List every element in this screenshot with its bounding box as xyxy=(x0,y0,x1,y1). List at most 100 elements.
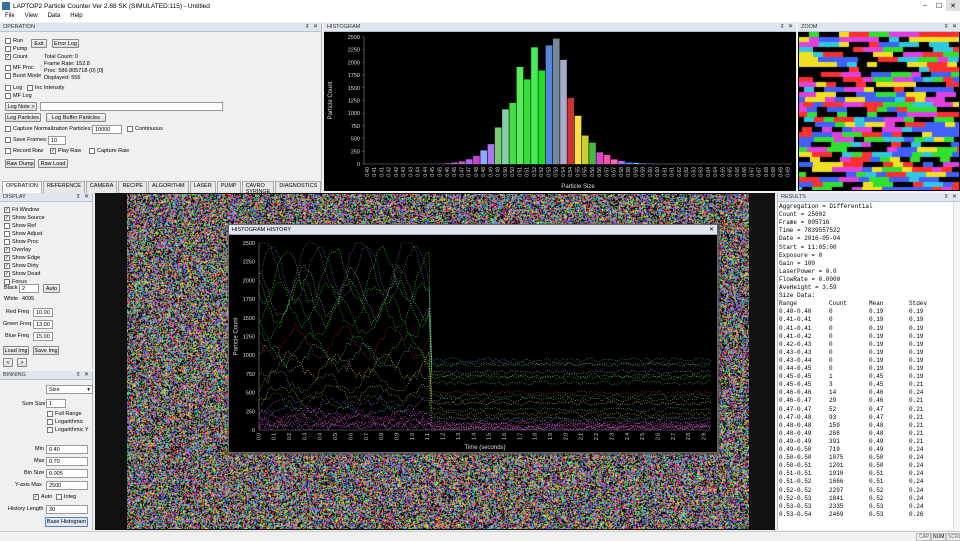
black-input[interactable]: 2 xyxy=(19,284,39,293)
history-length-input[interactable]: 30 xyxy=(46,505,88,514)
close-button[interactable]: ✕ xyxy=(946,0,960,11)
load-img-button[interactable]: Load Img xyxy=(3,346,29,355)
burst-mode-checkbox[interactable]: Burst Mode xyxy=(5,73,41,79)
close-icon[interactable]: ✕ xyxy=(84,193,89,200)
checkbox[interactable] xyxy=(4,223,10,229)
capture-norm-checkbox[interactable]: Capture Normalization Particles: xyxy=(5,126,92,132)
capture-raw-checkbox[interactable]: Capture Raw xyxy=(89,148,129,154)
y-tick-label: 1500 xyxy=(348,86,360,92)
capture-norm-input[interactable]: 10000 xyxy=(92,125,122,134)
display-check-show-edge[interactable]: ✓Show Edge xyxy=(4,255,40,261)
logarithmic-y-checkbox[interactable]: Logarithmic Y xyxy=(47,427,89,433)
record-raw-checkbox[interactable]: Record Raw xyxy=(5,148,43,154)
save-img-button[interactable]: Save Img xyxy=(33,346,59,355)
close-icon[interactable]: ✕ xyxy=(788,23,793,30)
exit-button[interactable]: Exit xyxy=(31,39,47,48)
histogram-bar xyxy=(502,109,509,164)
result-cell: 0.24 xyxy=(909,495,923,502)
menu-view[interactable]: View xyxy=(20,12,43,22)
result-cell: 2469 xyxy=(829,511,843,518)
binning-mode-select[interactable]: Size▾ xyxy=(46,385,93,394)
menu-data[interactable]: Data xyxy=(43,12,66,22)
close-icon[interactable]: ✕ xyxy=(313,23,318,30)
log-note-button[interactable]: Log Note > xyxy=(5,102,37,111)
full-range-checkbox[interactable]: Full Range xyxy=(47,411,82,417)
min-input[interactable]: 0.40 xyxy=(46,445,88,454)
pin-icon[interactable]: ⊼ xyxy=(780,24,784,30)
log-particles-button[interactable]: Log Particles xyxy=(5,113,41,122)
close-icon[interactable]: ✕ xyxy=(709,226,714,233)
raw-load-button[interactable]: Raw Load xyxy=(38,159,68,168)
green-freq-input[interactable]: 13.00 xyxy=(33,320,53,329)
checkbox[interactable]: ✓ xyxy=(4,271,10,277)
result-cell: 0.48-0.48 xyxy=(779,422,811,429)
yaxis-max-input[interactable]: 2500 xyxy=(46,481,88,490)
pin-icon[interactable]: ⊼ xyxy=(944,24,948,30)
sum-size-input[interactable]: 1 xyxy=(46,399,66,408)
blue-freq-input[interactable]: 15.00 xyxy=(33,332,53,341)
results-scrollbar[interactable] xyxy=(953,203,960,529)
frame-rate: Frame Rate: 152.8 xyxy=(44,61,90,67)
auto-button[interactable]: Auto xyxy=(43,284,60,293)
inc-intensity-checkbox[interactable]: Inc Intensity xyxy=(27,85,64,91)
checkbox[interactable]: ✓ xyxy=(4,207,10,213)
close-icon[interactable]: ✕ xyxy=(952,193,957,200)
red-freq-input[interactable]: 10.00 xyxy=(33,308,53,317)
close-icon[interactable]: ✕ xyxy=(952,23,957,30)
display-check-show-source[interactable]: ✓Show Source xyxy=(4,215,45,221)
mf-log-checkbox[interactable]: MF Log xyxy=(5,93,32,99)
display-check-show-proc[interactable]: Show Proc xyxy=(4,239,39,245)
display-check-show-adjust[interactable]: Show Adjust xyxy=(4,231,42,237)
continuous-checkbox[interactable]: Continuous xyxy=(127,126,163,132)
result-cell: 3 xyxy=(829,381,833,388)
maximize-button[interactable]: ☐ xyxy=(932,0,946,11)
x-tick-label: 0.66 xyxy=(735,167,741,177)
log-checkbox[interactable]: Log xyxy=(5,85,22,91)
pin-icon[interactable]: ⊼ xyxy=(944,194,948,200)
log-note-input[interactable] xyxy=(40,102,223,111)
histogram-header: HISTOGRAM⊼✕ xyxy=(324,23,796,32)
raw-dump-button[interactable]: Raw Dump xyxy=(5,159,35,168)
checkbox[interactable]: ✓ xyxy=(4,215,10,221)
integ-checkbox[interactable]: Integ xyxy=(56,494,76,500)
chevron-down-icon: ▾ xyxy=(87,387,90,393)
count-checkbox[interactable]: ✓Count xyxy=(5,54,28,60)
base-histogram-button[interactable]: Base Histogram xyxy=(45,517,88,527)
next-button[interactable]: > xyxy=(17,358,27,367)
result-cell: 0 xyxy=(829,308,833,315)
display-check-show-ref[interactable]: Show Ref xyxy=(4,223,36,229)
close-icon[interactable]: ✕ xyxy=(84,371,89,378)
pin-icon[interactable]: ⊼ xyxy=(76,194,80,200)
menu-help[interactable]: Help xyxy=(65,12,87,22)
mf-proc-checkbox[interactable]: MF Proc xyxy=(5,65,34,71)
history-trace xyxy=(259,246,711,367)
log-buffer-particles-button[interactable]: Log Buffer Particles xyxy=(46,113,106,122)
pump-checkbox[interactable]: Pump xyxy=(5,46,27,52)
display-check-fit-window[interactable]: ✓Fit Window xyxy=(4,207,39,213)
pin-icon[interactable]: ⊼ xyxy=(76,372,80,378)
run-checkbox[interactable]: Run xyxy=(5,38,23,44)
save-frames-input[interactable]: 10 xyxy=(48,136,66,145)
bin-size-input[interactable]: 0.005 xyxy=(46,469,88,478)
minimize-button[interactable]: – xyxy=(918,0,932,11)
pin-icon[interactable]: ⊼ xyxy=(305,24,309,30)
max-input[interactable]: 0.70 xyxy=(46,457,88,466)
play-raw-checkbox[interactable]: ✓Play Raw xyxy=(50,148,81,154)
checkbox[interactable]: ✓ xyxy=(4,247,10,253)
result-cell: 0.51 xyxy=(869,470,883,477)
checkbox[interactable]: ✓ xyxy=(4,263,10,269)
binning-header: BINNING⊼✕ xyxy=(0,371,92,380)
display-check-show-dead[interactable]: ✓Show Dead xyxy=(4,271,40,277)
save-frames-checkbox[interactable]: Save Frames: xyxy=(5,137,47,143)
error-log-button[interactable]: Error Log xyxy=(52,39,79,48)
auto-checkbox[interactable]: ✓Auto xyxy=(33,494,52,500)
display-check-show-dirty[interactable]: ✓Show Dirty xyxy=(4,263,39,269)
logarithmic-checkbox[interactable]: Logarithmic xyxy=(47,419,83,425)
checkbox[interactable]: ✓ xyxy=(4,255,10,261)
display-check-overlay[interactable]: ✓Overlay xyxy=(4,247,31,253)
prev-button[interactable]: < xyxy=(3,358,13,367)
menu-file[interactable]: File xyxy=(0,12,20,22)
y-tick-label: 1750 xyxy=(243,297,255,303)
checkbox[interactable] xyxy=(4,231,10,237)
checkbox[interactable] xyxy=(4,239,10,245)
